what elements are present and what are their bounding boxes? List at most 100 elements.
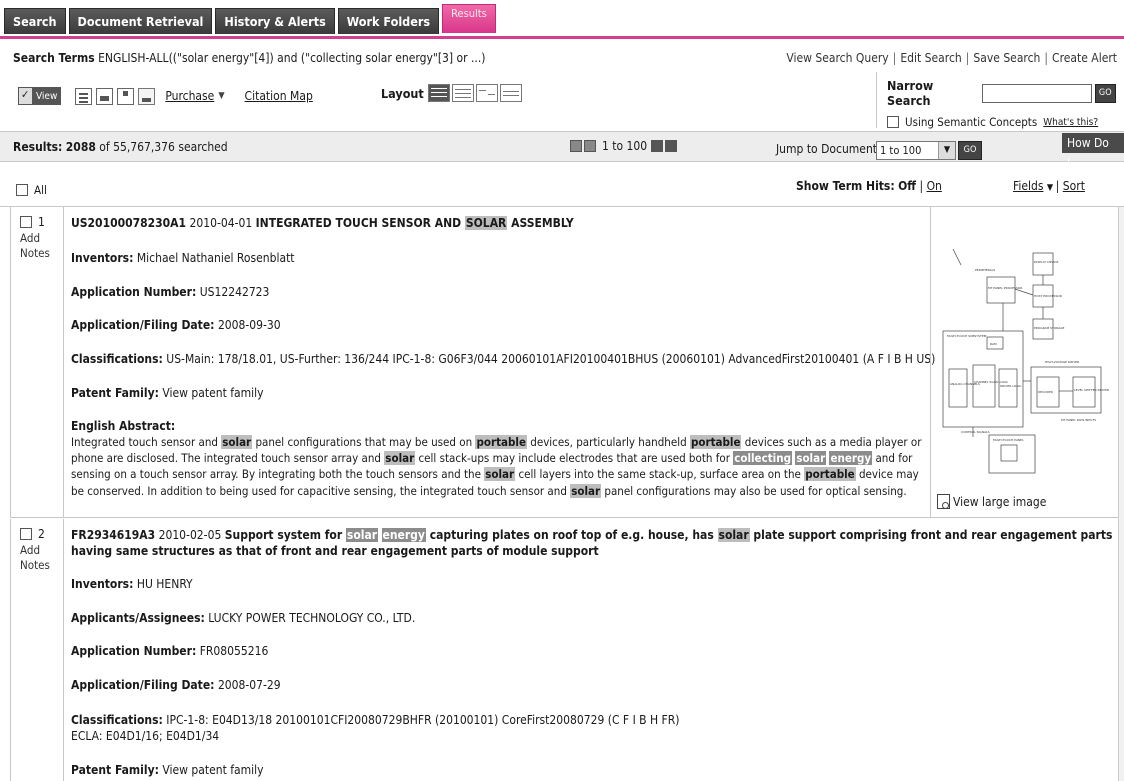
- diagram-label: DISPLAY DEVICE: [1034, 260, 1058, 264]
- print-icon[interactable]: [96, 87, 114, 105]
- highlight-term: portable: [475, 435, 527, 449]
- layout-list-icon[interactable]: [427, 84, 450, 102]
- diagram-label: MT PANEL ROW INPUTS: [1061, 418, 1096, 422]
- highlight-term: energy: [381, 528, 426, 542]
- filing-date-field: Application/Filing Date: 2008-07-29: [71, 678, 281, 692]
- open-folder-icon[interactable]: [138, 87, 156, 105]
- narrow-search-input[interactable]: [982, 83, 1092, 103]
- record-title-mid: capturing plates on roof top of e.g. hou…: [425, 528, 718, 542]
- term-hits-off[interactable]: Off: [898, 179, 916, 193]
- view-button[interactable]: View: [18, 87, 62, 105]
- narrow-search-label: Narrow Search: [887, 78, 934, 108]
- layout-columns-icon[interactable]: [499, 84, 522, 102]
- save-icon[interactable]: [117, 87, 135, 105]
- narrow-search-go-button[interactable]: GO: [1094, 83, 1116, 103]
- chevron-down-icon[interactable]: ▼: [218, 91, 224, 101]
- tab-history-alerts[interactable]: History & Alerts: [215, 8, 335, 34]
- record-checkbox[interactable]: [20, 216, 32, 228]
- semantic-concepts-checkbox[interactable]: [887, 116, 899, 128]
- search-terms: Search Terms ENGLISH-ALL(("solar energy"…: [13, 51, 486, 65]
- add-notes-link[interactable]: Add Notes: [20, 543, 56, 573]
- diagram-label: MULTI-TOUCH PANEL: [993, 438, 1024, 442]
- edit-search-link[interactable]: Edit Search: [900, 51, 961, 65]
- next-page-icon[interactable]: [651, 140, 664, 152]
- last-page-icon[interactable]: [665, 140, 678, 152]
- chevron-down-icon[interactable]: ▼: [1047, 183, 1056, 193]
- add-notes-link[interactable]: Add Notes: [20, 231, 56, 261]
- diagram-label: MULTI-TOUCH SUBSYSTEM: [947, 334, 987, 338]
- create-alert-link[interactable]: Create Alert: [1052, 51, 1117, 65]
- record-title[interactable]: FR2934619A3 2010-02-05 Support system fo…: [71, 527, 1119, 559]
- highlight-term: portable: [804, 467, 856, 482]
- how-do-i-button[interactable]: How Do I...: [1062, 133, 1124, 170]
- previous-page-icon[interactable]: [584, 140, 596, 152]
- diagram-label: DECODER: [1038, 390, 1053, 394]
- highlight-term: solar: [345, 528, 379, 542]
- document-icon[interactable]: [75, 87, 93, 105]
- select-all: All: [16, 183, 47, 197]
- application-number-label: Application Number:: [71, 644, 197, 658]
- filing-date-label: Application/Filing Date:: [71, 678, 215, 692]
- view-search-query-link[interactable]: View Search Query: [786, 51, 888, 65]
- view-large-image-link[interactable]: View large image: [937, 494, 1046, 509]
- tab-list: Search Document Retrieval History & Aler…: [4, 4, 496, 34]
- abstract-heading: English Abstract:: [71, 419, 175, 433]
- tab-results[interactable]: Results: [442, 4, 496, 33]
- record-title[interactable]: US20100078230A1 2010-04-01 INTEGRATED TO…: [71, 216, 574, 230]
- scrollbar[interactable]: [1118, 207, 1124, 781]
- tab-document-retrieval[interactable]: Document Retrieval: [68, 8, 213, 34]
- filing-date-label: Application/Filing Date:: [71, 318, 215, 332]
- diagram-label: LEVEL SHIFTER DRIVER: [1074, 388, 1109, 392]
- filing-date-value: 2008-07-29: [217, 678, 281, 692]
- record-date: 2010-04-01: [189, 216, 253, 230]
- jump-select-value: 1 to 100: [880, 144, 922, 157]
- results-searched: of 55,767,376 searched: [99, 140, 228, 154]
- layout-grid-icon[interactable]: [475, 84, 498, 102]
- record-checkbox[interactable]: [20, 528, 32, 540]
- patent-image-panel: PERIPHERALS DISPLAY DEVICE MT PANEL PROC…: [930, 207, 1123, 517]
- result-record: 1 Add Notes US20100078230A1 2010-04-01 I…: [10, 207, 1122, 518]
- results-total: 2088: [65, 140, 96, 154]
- record-number-column: 1 Add Notes: [11, 207, 64, 517]
- classifications-value: US-Main: 178/18.01, US-Further: 136/244 …: [166, 352, 936, 366]
- inventors-value: HU HENRY: [136, 577, 193, 591]
- first-page-icon[interactable]: [570, 140, 582, 152]
- record-number: 1: [38, 215, 45, 229]
- tab-work-folders[interactable]: Work Folders: [337, 8, 440, 34]
- fields-link[interactable]: Fields: [1013, 179, 1043, 193]
- record-title-post: ASSEMBLY: [507, 216, 574, 230]
- sort-link[interactable]: Sort: [1063, 179, 1085, 193]
- citation-map-link[interactable]: Citation Map: [245, 89, 313, 103]
- inventors-label: Inventors:: [71, 577, 134, 591]
- abstract-text: Integrated touch sensor and solar panel …: [71, 435, 922, 498]
- layout-selector: Layout: [381, 84, 524, 102]
- filing-date-value: 2008-09-30: [217, 318, 281, 332]
- select-all-checkbox[interactable]: [16, 184, 28, 196]
- patent-family-link[interactable]: View patent family: [162, 386, 263, 400]
- record-title-pre: INTEGRATED TOUCH SENSOR AND: [255, 216, 465, 230]
- inventors-label: Inventors:: [71, 251, 134, 265]
- highlight-term: solar: [795, 451, 827, 466]
- highlight-term: solar: [717, 528, 750, 542]
- whats-this-link[interactable]: What's this?: [1043, 117, 1098, 128]
- search-actions: View Search Query | Edit Search | Save Searc…: [786, 51, 1117, 65]
- view-large-label: View large image: [953, 494, 1047, 509]
- patent-family-link[interactable]: View patent family: [162, 763, 263, 777]
- layout-compact-icon[interactable]: [451, 84, 474, 102]
- fields-sort: Fields ▼ | Sort: [1013, 179, 1085, 193]
- save-search-link[interactable]: Save Search: [973, 51, 1040, 65]
- record-date: 2010-02-05: [158, 528, 222, 542]
- pager: 1 to 100: [570, 139, 679, 153]
- inventors-value: Michael Nathaniel Rosenblatt: [136, 251, 295, 265]
- jump-go-button[interactable]: GO: [958, 141, 982, 160]
- term-hits-on[interactable]: On: [927, 179, 942, 193]
- tab-search[interactable]: Search: [4, 8, 66, 34]
- record-id: FR2934619A3: [71, 528, 156, 542]
- diagram-label: MT PANEL PROCESSOR: [988, 286, 1022, 290]
- jump-select[interactable]: 1 to 100 ▼: [876, 141, 956, 160]
- purchase-link[interactable]: Purchase: [165, 89, 214, 103]
- patent-family-field: Patent Family: View patent family: [71, 763, 264, 777]
- classifications-value: IPC-1-8: E04D13/18 20100101CFI20080729BH…: [166, 713, 680, 727]
- patent-drawing[interactable]: PERIPHERALS DISPLAY DEVICE MT PANEL PROC…: [933, 241, 1123, 481]
- classifications-label: Classifications:: [71, 352, 163, 366]
